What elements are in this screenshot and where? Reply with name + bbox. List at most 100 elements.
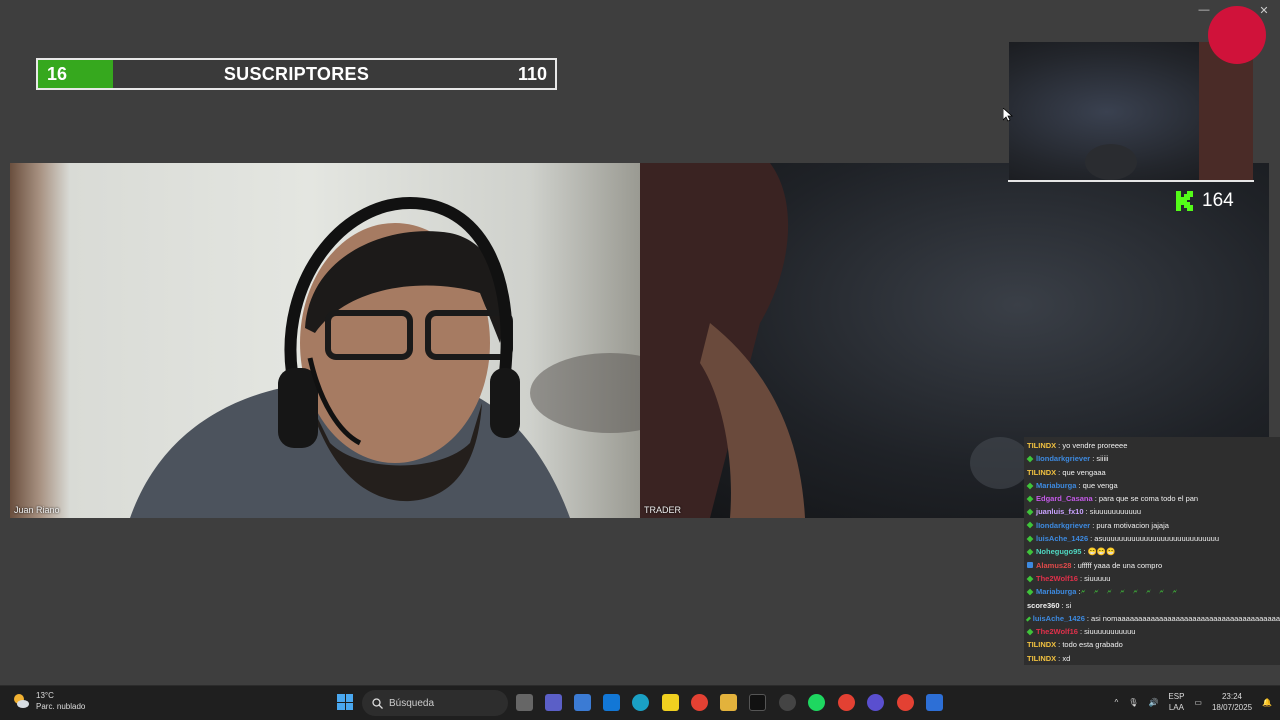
chat-text: : todo esta grabado bbox=[1058, 640, 1123, 650]
person-silhouette bbox=[130, 196, 640, 518]
chat-emotes: 🗲 🗲 🗲 🗲 🗲 🗲 🗲 🗲 bbox=[1080, 587, 1181, 597]
kick-viewer-counter: 164 bbox=[1176, 190, 1234, 212]
obs-icon[interactable] bbox=[779, 694, 796, 711]
subscriber-badge-icon bbox=[1026, 522, 1034, 529]
chat-message: Edgard_Casana: para que se coma todo el … bbox=[1024, 492, 1280, 505]
subscriber-badge-icon bbox=[1026, 508, 1034, 516]
weather-description: Parc. nublado bbox=[36, 702, 86, 711]
preview-scene bbox=[1085, 42, 1253, 182]
chat-username[interactable]: TILINDX bbox=[1027, 638, 1056, 651]
zoom-icon[interactable] bbox=[926, 694, 943, 711]
chat-message: TILINDX: xd bbox=[1024, 652, 1280, 665]
stream-screen: — ▢ ✕ 16 SUSCRIPTORES 110 Jua bbox=[0, 0, 1280, 720]
subscriber-badge-icon bbox=[1026, 535, 1034, 543]
chat-message: TILINDX: todo esta grabado bbox=[1024, 638, 1280, 651]
weather-widget[interactable]: 13°C Parc. nublado bbox=[12, 690, 85, 712]
chat-username[interactable]: The2Wolf16 bbox=[1036, 572, 1078, 585]
goal-label: SUSCRIPTORES bbox=[223, 64, 370, 84]
chat-message: luisAche_1426: asuuuuuuuuuuuuuuuuuuuuuuu… bbox=[1024, 532, 1280, 545]
chat-username[interactable]: luisAche_1426 bbox=[1033, 612, 1085, 625]
search-placeholder: Búsqueda bbox=[389, 697, 435, 709]
chrome-icon[interactable] bbox=[691, 694, 708, 711]
chat-message: Alamus28: ufffff yaaa de una compro bbox=[1024, 559, 1280, 572]
chat-text: : para que se coma todo el pan bbox=[1094, 494, 1199, 504]
notifications-icon[interactable]: 🔔 bbox=[1262, 698, 1272, 707]
search-icon bbox=[372, 697, 383, 709]
chat-message: The2Wolf16: siuuuuuuuuuuu bbox=[1024, 625, 1280, 638]
recording-indicator bbox=[1208, 6, 1266, 64]
chat-message: lIondarkgriever: pura motivacion jajaja bbox=[1024, 519, 1280, 532]
spotify-icon[interactable] bbox=[808, 694, 825, 711]
store-icon[interactable] bbox=[574, 694, 591, 711]
chrome-profile-2-icon[interactable] bbox=[897, 694, 914, 711]
edge-icon[interactable] bbox=[632, 694, 649, 711]
task-view-icon[interactable] bbox=[516, 694, 533, 711]
overlay-preview bbox=[1009, 42, 1253, 182]
chat-text: : asuuuuuuuuuuuuuuuuuuuuuuuuuuuu bbox=[1090, 534, 1220, 544]
clock[interactable]: 23:24 18/07/2025 bbox=[1212, 691, 1252, 713]
teams-icon[interactable] bbox=[545, 694, 562, 711]
chat-username[interactable]: Nohegugo95 bbox=[1036, 545, 1081, 558]
start-button[interactable] bbox=[337, 694, 353, 710]
language-code: ESP bbox=[1168, 692, 1185, 701]
partly-cloudy-icon bbox=[14, 694, 29, 708]
chat-message: The2Wolf16: siuuuuu bbox=[1024, 572, 1280, 585]
overlay-divider bbox=[1008, 180, 1254, 182]
kick-icon bbox=[1176, 191, 1193, 211]
microphone-icon[interactable]: 🎙 bbox=[1128, 698, 1138, 707]
moderator-badge-icon bbox=[1027, 562, 1033, 569]
subscriber-badge-icon bbox=[1025, 616, 1031, 621]
chat-username[interactable]: juanluis_fx10 bbox=[1036, 505, 1084, 518]
chat-username[interactable]: lIondarkgriever bbox=[1036, 452, 1090, 465]
chat-username[interactable]: Mariaburga bbox=[1036, 585, 1076, 598]
chat-text: : siiiii bbox=[1092, 454, 1109, 464]
chat-message: TILINDX: yo vendre proreeee bbox=[1024, 439, 1280, 452]
taskbar-search[interactable]: Búsqueda bbox=[362, 690, 508, 716]
language-indicator[interactable]: ESP LAA bbox=[1168, 691, 1184, 713]
sticky-notes-icon[interactable] bbox=[662, 694, 679, 711]
chat-text: : pura motivacion jajaja bbox=[1092, 520, 1169, 530]
chat-message: score360: si bbox=[1024, 599, 1280, 612]
chat-message: juanluis_fx10: siuuuuuuuuuuu bbox=[1024, 505, 1280, 518]
webcam-label-left: Juan Riano bbox=[14, 505, 60, 515]
tray-chevron-icon[interactable]: ^ bbox=[1115, 698, 1119, 707]
app-icon[interactable] bbox=[867, 694, 884, 711]
tradingview-icon[interactable] bbox=[749, 694, 766, 711]
subscriber-badge-icon bbox=[1026, 575, 1034, 583]
keyboard-layout: LAA bbox=[1168, 703, 1184, 712]
chat-text: : siuuuuu bbox=[1079, 573, 1111, 583]
chat-text: : que venga bbox=[1078, 480, 1118, 490]
weather-temperature: 13°C bbox=[36, 691, 54, 700]
chrome-profile-icon[interactable] bbox=[838, 694, 855, 711]
chat-username[interactable]: The2Wolf16 bbox=[1036, 625, 1078, 638]
chat-username[interactable]: score360 bbox=[1027, 599, 1060, 612]
chat-panel: TILINDX: yo vendre proreeee lIondarkgriev… bbox=[1024, 437, 1280, 665]
chat-username[interactable]: lIondarkgriever bbox=[1036, 519, 1090, 532]
chat-text: : que vengaaa bbox=[1058, 467, 1106, 477]
chat-text: : xd bbox=[1058, 653, 1071, 663]
chat-username[interactable]: TILINDX bbox=[1027, 652, 1056, 665]
chat-text: : siuuuuuuuuuuu bbox=[1085, 507, 1141, 517]
chat-message: lIondarkgriever: siiiii bbox=[1024, 452, 1280, 465]
chat-username[interactable]: Mariaburga bbox=[1036, 479, 1076, 492]
chat-message: luisAche_1426: asi nomaaaaaaaaaaaaaaaaaa… bbox=[1024, 612, 1280, 625]
chat-username[interactable]: TILINDX bbox=[1027, 439, 1056, 452]
network-icon[interactable]: ▭ bbox=[1194, 698, 1202, 707]
outlook-icon[interactable] bbox=[603, 694, 620, 711]
subscriber-badge-icon bbox=[1026, 495, 1034, 503]
goal-target-count: 110 bbox=[517, 64, 547, 84]
chat-username[interactable]: luisAche_1426 bbox=[1036, 532, 1088, 545]
windows-taskbar: 13°C Parc. nublado Búsqueda ^ 🎙 🔊 ESP LA… bbox=[0, 685, 1280, 720]
volume-icon[interactable]: 🔊 bbox=[1148, 698, 1158, 707]
chat-text: : asi nomaaaaaaaaaaaaaaaaaaaaaaaaaaaaaaa… bbox=[1086, 613, 1280, 623]
file-explorer-icon[interactable] bbox=[720, 694, 737, 711]
chat-username[interactable]: Edgard_Casana bbox=[1036, 492, 1093, 505]
mouse-cursor-icon bbox=[1003, 108, 1013, 122]
chat-text: : si bbox=[1061, 600, 1072, 610]
chat-username[interactable]: TILINDX bbox=[1027, 466, 1056, 479]
chat-username[interactable]: Alamus28 bbox=[1036, 559, 1071, 572]
clock-time: 23:24 bbox=[1221, 692, 1243, 701]
chat-message: Nohegugo95: 😁😁😁 bbox=[1024, 545, 1280, 558]
subscriber-badge-icon bbox=[1026, 628, 1034, 636]
minimize-button[interactable]: — bbox=[1192, 2, 1216, 18]
